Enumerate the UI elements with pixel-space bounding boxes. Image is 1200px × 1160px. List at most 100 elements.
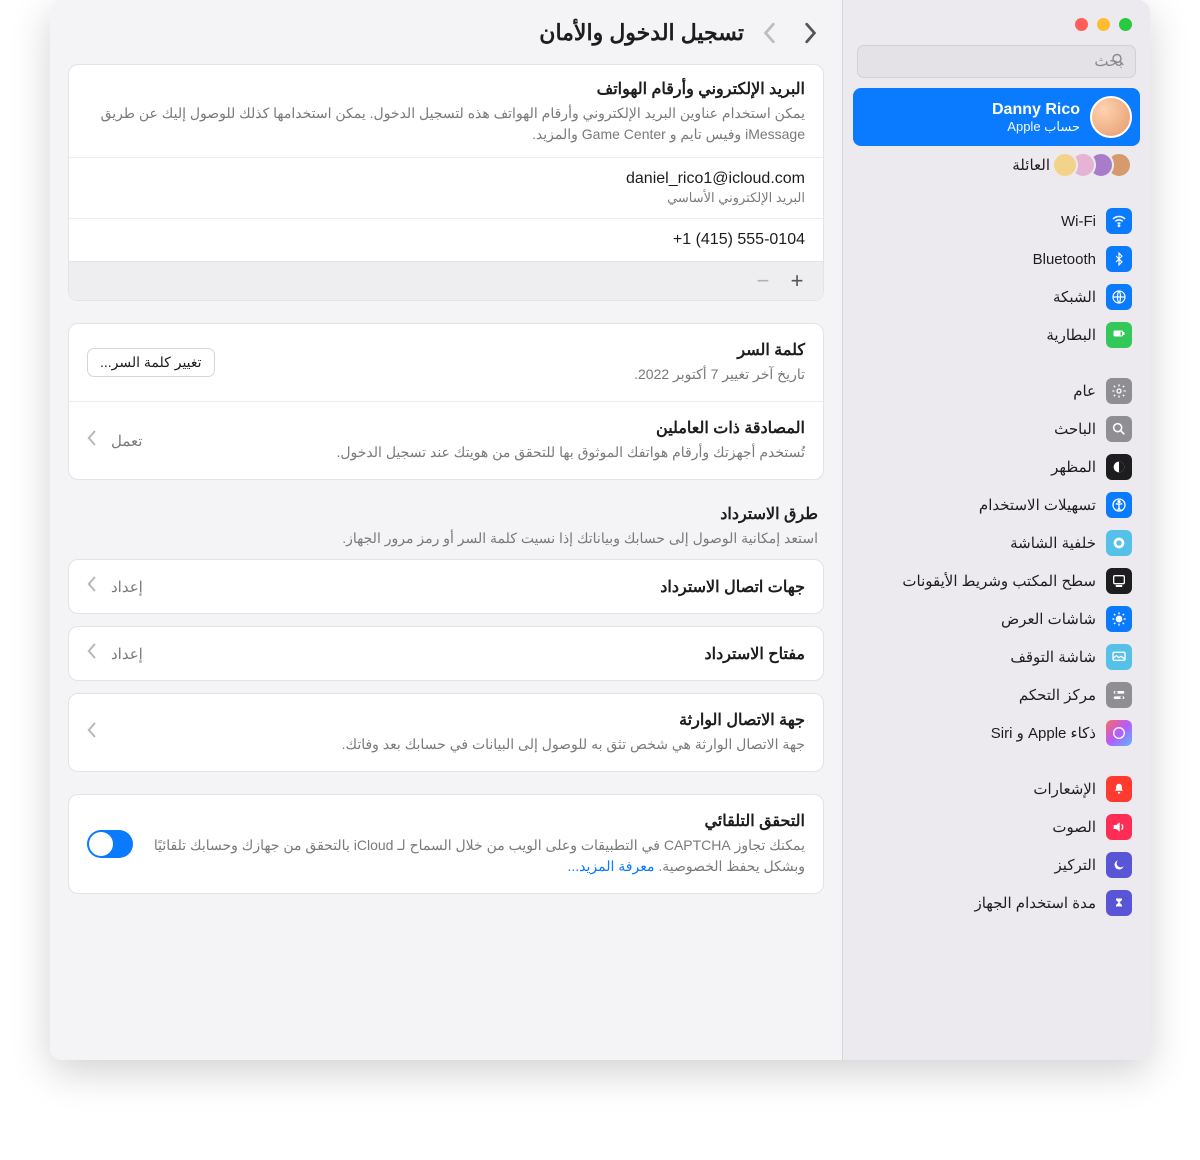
chevron-left-icon: [87, 643, 97, 664]
sidebar-item-general[interactable]: عام: [853, 372, 1140, 410]
sidebar-item-bluetooth[interactable]: Bluetooth: [853, 240, 1140, 278]
email-row[interactable]: daniel_rico1@icloud.com البريد الإلكترون…: [69, 157, 823, 218]
two-factor-row[interactable]: المصادقة ذات العاملين تُستخدم أجهزتك وأر…: [69, 401, 823, 479]
control-center-icon: [1106, 682, 1132, 708]
sidebar-label: الباحث: [1054, 420, 1096, 438]
sidebar-label: عام: [1073, 382, 1096, 400]
minimize-icon[interactable]: [1097, 18, 1110, 31]
sidebar-item-wifi[interactable]: Wi-Fi: [853, 202, 1140, 240]
display-icon: [1106, 606, 1132, 632]
row-title: المصادقة ذات العاملين: [156, 418, 805, 438]
wifi-icon: [1106, 208, 1132, 234]
sidebar-label: مركز التحكم: [1019, 686, 1096, 704]
sidebar-label: التركيز: [1055, 856, 1096, 874]
chevron-left-icon: [87, 430, 97, 451]
learn-more-link[interactable]: معرفة المزيد...: [568, 858, 655, 874]
sidebar: Danny Rico حساب Apple العائلة Wi-Fi: [842, 0, 1150, 1060]
row-desc: يمكنك تجاوز CAPTCHA في التطبيقات وعلى ال…: [147, 835, 805, 877]
sidebar-label: شاشات العرض: [1001, 610, 1096, 628]
globe-icon: [1106, 284, 1132, 310]
appearance-icon: [1106, 454, 1132, 480]
titlebar: تسجيل الدخول والأمان: [68, 14, 824, 64]
search-field: [857, 45, 1136, 78]
add-button[interactable]: +: [783, 268, 811, 294]
search-icon: [1110, 51, 1126, 72]
sidebar-item-control-center[interactable]: مركز التحكم: [853, 676, 1140, 714]
section-title: البريد الإلكتروني وأرقام الهواتف: [87, 79, 805, 99]
sidebar-item-dock[interactable]: سطح المكتب وشريط الأيقونات: [853, 562, 1140, 600]
plus-icon: +: [791, 268, 804, 293]
hourglass-icon: [1106, 890, 1132, 916]
sidebar-item-focus[interactable]: التركيز: [853, 846, 1140, 884]
recovery-contacts-row[interactable]: جهات اتصال الاسترداد إعداد: [68, 559, 824, 614]
search-input[interactable]: [857, 45, 1136, 78]
sidebar-label: الإشعارات: [1033, 780, 1096, 798]
sidebar-list: Danny Rico حساب Apple العائلة Wi-Fi: [843, 88, 1150, 1060]
sidebar-item-appearance[interactable]: المظهر: [853, 448, 1140, 486]
row-title: التحقق التلقائي: [147, 811, 805, 831]
chevron-left-icon: [87, 722, 97, 743]
sidebar-label: شاشة التوقف: [1010, 648, 1096, 666]
bluetooth-icon: [1106, 246, 1132, 272]
row-label: جهات اتصال الاسترداد: [157, 577, 805, 597]
group-desc: استعد إمكانية الوصول إلى حسابك وبياناتك …: [68, 528, 824, 559]
sidebar-label: خلفية الشاشة: [1010, 534, 1096, 552]
sidebar-label: البطارية: [1046, 326, 1096, 344]
sidebar-label: سطح المكتب وشريط الأيقونات: [902, 572, 1096, 590]
user-sub: حساب Apple: [992, 119, 1080, 135]
remove-button[interactable]: −: [749, 268, 777, 294]
siri-icon: [1106, 720, 1132, 746]
accessibility-icon: [1106, 492, 1132, 518]
section-desc: يمكن استخدام عناوين البريد الإلكتروني وأ…: [87, 103, 805, 145]
phone-value: +1 (415) 555-0104: [87, 231, 805, 249]
sidebar-item-accessibility[interactable]: تسهيلات الاستخدام: [853, 486, 1140, 524]
sidebar-item-battery[interactable]: البطارية: [853, 316, 1140, 354]
recovery-key-row[interactable]: مفتاح الاسترداد إعداد: [68, 626, 824, 681]
legacy-row[interactable]: جهة الاتصال الوارثة جهة الاتصال الوارثة …: [69, 694, 823, 771]
sidebar-item-screensaver[interactable]: شاشة التوقف: [853, 638, 1140, 676]
window-controls: [843, 12, 1150, 45]
back-button[interactable]: [796, 18, 824, 48]
sidebar-item-spotlight[interactable]: الباحث: [853, 410, 1140, 448]
row-desc: تُستخدم أجهزتك وأرقام هواتفك الموثوق بها…: [156, 442, 805, 463]
row-status: إعداد: [111, 645, 143, 663]
sidebar-item-family[interactable]: العائلة: [853, 146, 1140, 184]
sidebar-label: ذكاء Apple و Siri: [991, 724, 1096, 742]
user-name: Danny Rico: [992, 100, 1080, 119]
chevron-left-icon: [763, 22, 777, 44]
forward-button[interactable]: [756, 18, 784, 48]
maximize-icon[interactable]: [1119, 18, 1132, 31]
sidebar-label: العائلة: [1012, 156, 1050, 174]
sidebar-item-notifications[interactable]: الإشعارات: [853, 770, 1140, 808]
sidebar-item-sound[interactable]: الصوت: [853, 808, 1140, 846]
sound-icon: [1106, 814, 1132, 840]
moon-icon: [1106, 852, 1132, 878]
phone-row[interactable]: +1 (415) 555-0104: [69, 218, 823, 261]
sidebar-item-network[interactable]: الشبكة: [853, 278, 1140, 316]
minus-icon: −: [757, 268, 770, 293]
avatar: [1090, 96, 1132, 138]
sidebar-label: الشبكة: [1053, 288, 1096, 306]
auto-verify-row: التحقق التلقائي يمكنك تجاوز CAPTCHA في ا…: [69, 795, 823, 893]
sidebar-item-displays[interactable]: شاشات العرض: [853, 600, 1140, 638]
settings-window: Danny Rico حساب Apple العائلة Wi-Fi: [50, 0, 1150, 1060]
row-label: مفتاح الاسترداد: [157, 644, 805, 664]
panel-footer: + −: [69, 261, 823, 300]
email-value: daniel_rico1@icloud.com: [87, 170, 805, 188]
close-icon[interactable]: [1075, 18, 1088, 31]
group-title: طرق الاسترداد: [68, 502, 824, 528]
search-icon: [1106, 416, 1132, 442]
gear-icon: [1106, 378, 1132, 404]
sidebar-item-wallpaper[interactable]: خلفية الشاشة: [853, 524, 1140, 562]
content-pane: تسجيل الدخول والأمان البريد الإلكتروني و…: [50, 0, 842, 1060]
sidebar-item-account[interactable]: Danny Rico حساب Apple: [853, 88, 1140, 146]
auto-verify-toggle[interactable]: [87, 830, 133, 858]
sidebar-label: Bluetooth: [1033, 251, 1096, 268]
sidebar-label: المظهر: [1051, 458, 1096, 476]
sidebar-item-siri[interactable]: ذكاء Apple و Siri: [853, 714, 1140, 752]
password-row: كلمة السر تاريخ آخر تغيير 7 أكتوبر 2022.…: [69, 324, 823, 401]
sidebar-label: مدة استخدام الجهاز: [974, 894, 1096, 912]
two-factor-status: تعمل: [111, 432, 142, 450]
change-password-button[interactable]: تغيير كلمة السر...: [87, 348, 215, 377]
sidebar-item-screentime[interactable]: مدة استخدام الجهاز: [853, 884, 1140, 922]
